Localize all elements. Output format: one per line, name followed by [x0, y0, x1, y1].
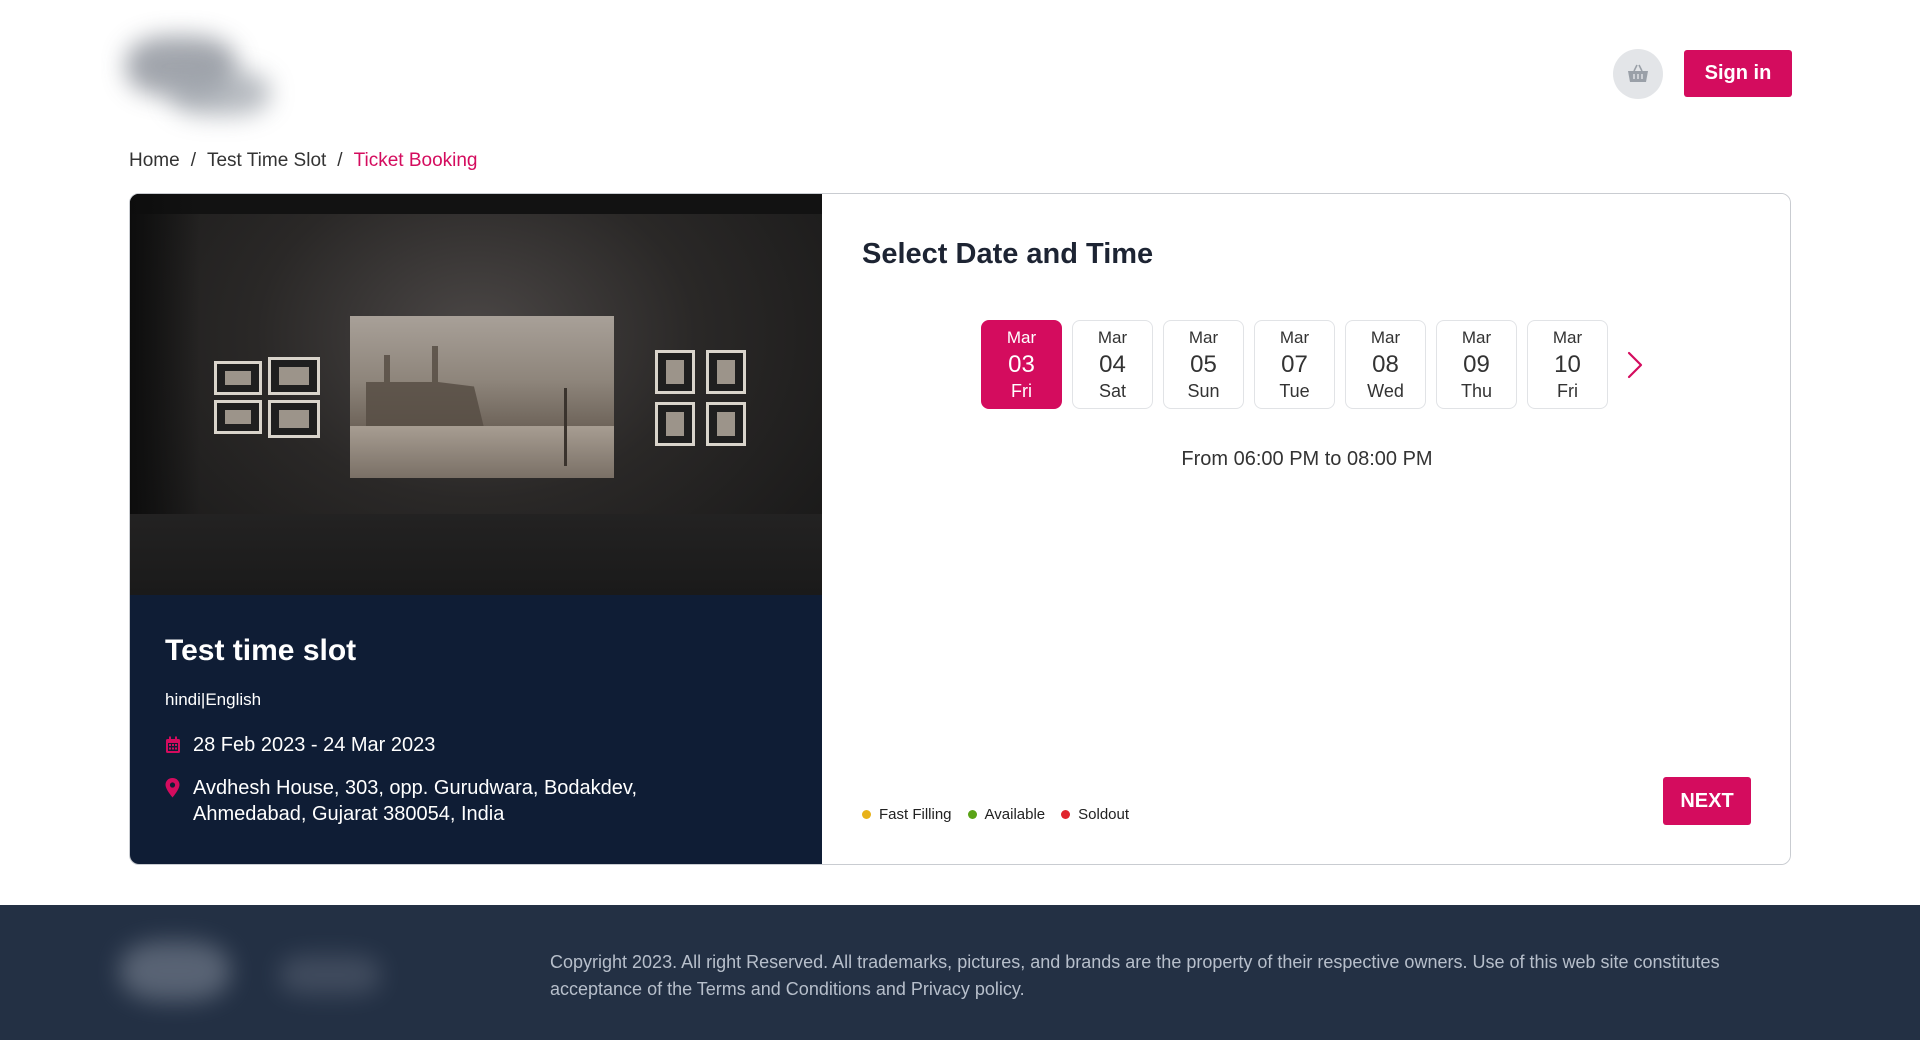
date-month: Mar — [1279, 327, 1310, 347]
location-pin-icon — [165, 775, 193, 805]
date-option[interactable]: Mar 03 Fri — [981, 320, 1062, 409]
legend-label: Soldout — [1078, 806, 1130, 823]
date-month: Mar — [1006, 327, 1037, 347]
date-month: Mar — [1552, 327, 1583, 347]
legend-label: Available — [984, 806, 1046, 823]
date-option[interactable]: Mar 08 Wed — [1345, 320, 1426, 409]
event-info: Test time slot hindi|English 28 Feb 2023… — [165, 634, 805, 827]
copyright-text: Copyright 2023. All right Reserved. All … — [550, 952, 1720, 999]
date-weekday: Fri — [1557, 380, 1578, 401]
site-logo[interactable] — [120, 22, 290, 130]
time-range-text: From 06:00 PM to 08:00 PM — [1181, 448, 1433, 470]
date-selector: Mar 03 Fri Mar 04 Sat Mar 05 Sun Mar 07 … — [981, 320, 1650, 409]
breadcrumb-current: Ticket Booking — [353, 150, 478, 171]
date-option[interactable]: Mar 10 Fri — [1527, 320, 1608, 409]
calendar-icon — [165, 732, 193, 761]
breadcrumb-separator: / — [337, 150, 343, 171]
breadcrumb: Home / Test Time Slot / Ticket Booking — [129, 150, 478, 172]
date-option[interactable]: Mar 07 Tue — [1254, 320, 1335, 409]
date-month: Mar — [1188, 327, 1219, 347]
breadcrumb-home[interactable]: Home — [129, 150, 180, 172]
event-image — [130, 194, 822, 595]
breadcrumb-event[interactable]: Test Time Slot — [207, 150, 326, 172]
date-day: 05 — [1190, 350, 1217, 378]
date-time-panel: Select Date and Time Mar 03 Fri Mar 04 S… — [822, 194, 1790, 864]
legend-available: Available — [967, 806, 1046, 823]
availability-legend: Fast Filling Available Soldout — [862, 806, 1145, 823]
status-dot — [862, 810, 871, 819]
booking-card: Test time slot hindi|English 28 Feb 2023… — [129, 193, 1791, 865]
next-button[interactable]: NEXT — [1663, 777, 1751, 825]
date-weekday: Wed — [1367, 380, 1404, 401]
breadcrumb-separator: / — [190, 150, 196, 171]
date-weekday: Sun — [1187, 380, 1220, 401]
next-dates-button[interactable] — [1620, 345, 1650, 385]
event-date-row: 28 Feb 2023 - 24 Mar 2023 — [165, 732, 805, 761]
section-heading: Select Date and Time — [862, 238, 1154, 270]
footer-logo[interactable] — [120, 941, 230, 1001]
sign-in-button[interactable]: Sign in — [1684, 50, 1792, 97]
event-title: Test time slot — [165, 634, 357, 667]
date-weekday: Thu — [1460, 380, 1493, 401]
date-day: 09 — [1463, 350, 1490, 378]
date-weekday: Fri — [1011, 380, 1032, 401]
event-panel: Test time slot hindi|English 28 Feb 2023… — [130, 194, 822, 864]
date-day: 04 — [1099, 350, 1126, 378]
date-option[interactable]: Mar 05 Sun — [1163, 320, 1244, 409]
event-address: Avdhesh House, 303, opp. Gurudwara, Boda… — [193, 777, 637, 825]
date-day: 03 — [1008, 350, 1035, 378]
event-languages: hindi|English — [165, 690, 262, 709]
basket-icon — [1628, 64, 1648, 82]
date-day: 07 — [1281, 350, 1308, 378]
date-month: Mar — [1370, 327, 1401, 347]
cart-button[interactable] — [1613, 49, 1663, 99]
site-footer: Copyright 2023. All right Reserved. All … — [0, 905, 1920, 1040]
date-day: 08 — [1372, 350, 1399, 378]
event-date-range: 28 Feb 2023 - 24 Mar 2023 — [193, 734, 436, 756]
date-option[interactable]: Mar 04 Sat — [1072, 320, 1153, 409]
date-weekday: Sat — [1098, 380, 1127, 401]
date-day: 10 — [1554, 350, 1581, 378]
footer-logo-secondary — [280, 955, 380, 995]
date-option[interactable]: Mar 09 Thu — [1436, 320, 1517, 409]
legend-fast-filling: Fast Filling — [862, 806, 952, 823]
site-header: Sign in — [0, 0, 1920, 140]
legend-label: Fast Filling — [879, 806, 952, 823]
chevron-right-icon — [1627, 351, 1643, 378]
event-address-row: Avdhesh House, 303, opp. Gurudwara, Boda… — [165, 775, 805, 827]
date-month: Mar — [1097, 327, 1128, 347]
legend-soldout: Soldout — [1061, 806, 1129, 823]
status-dot — [1061, 810, 1071, 819]
date-month: Mar — [1461, 327, 1492, 347]
status-dot — [967, 810, 977, 819]
date-weekday: Tue — [1279, 380, 1310, 401]
